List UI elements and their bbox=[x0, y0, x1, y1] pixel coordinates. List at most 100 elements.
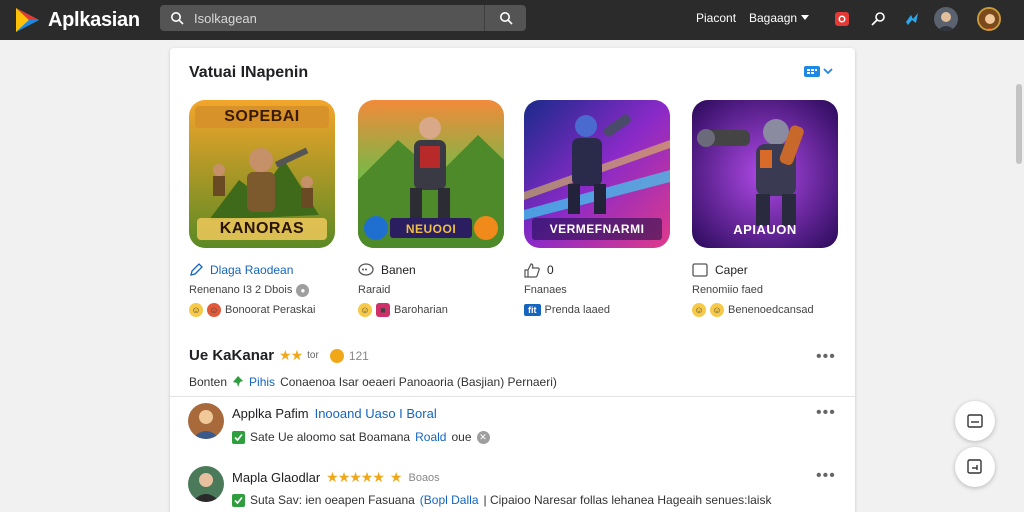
score-icon bbox=[329, 348, 344, 363]
tweet-icon[interactable] bbox=[902, 9, 922, 29]
app-detail: Raraid bbox=[358, 284, 391, 296]
chat-icon bbox=[358, 263, 374, 276]
review-date: Boaos bbox=[408, 471, 440, 484]
reviewer-name[interactable]: Mapla Glaodlar bbox=[232, 470, 320, 485]
rating-summary: Bonten Pihis Conaenoa Isar oeaeri Panoao… bbox=[189, 375, 557, 389]
rating-summary-link[interactable]: Pihis bbox=[249, 375, 275, 389]
review-item: Applka Pafim Inooand Uaso I Boral Sate U… bbox=[188, 403, 828, 444]
emoji-icon: ☺ bbox=[710, 303, 724, 317]
scrollbar-thumb[interactable] bbox=[1016, 84, 1022, 164]
app-name[interactable]: Caper bbox=[715, 263, 748, 277]
review-tail: oue bbox=[451, 430, 472, 444]
chevron-down-icon bbox=[823, 68, 833, 75]
reviewer-avatar[interactable] bbox=[188, 403, 224, 439]
app-tile-1[interactable]: SOPEBAI KANORAS bbox=[189, 100, 335, 248]
notification-icon[interactable] bbox=[832, 9, 852, 29]
app-tile-4[interactable]: APIAUON bbox=[692, 100, 838, 248]
tile-caption: KANORAS bbox=[197, 218, 327, 240]
app-tile-3[interactable]: VERMEFNARMI bbox=[524, 100, 670, 248]
more-options-icon[interactable]: ••• bbox=[816, 467, 836, 485]
app-logo-icon bbox=[16, 8, 39, 32]
tile-caption: APIAUON bbox=[733, 221, 797, 237]
app-tags: Benenoedcansad bbox=[728, 304, 814, 316]
app-logo[interactable]: Aplkasian bbox=[12, 5, 140, 35]
emoji-icon: ☺ bbox=[189, 303, 203, 317]
app-name[interactable]: Banen bbox=[381, 263, 416, 277]
nav-link[interactable]: Piacont bbox=[696, 11, 736, 25]
reviewer-avatar[interactable] bbox=[188, 466, 224, 502]
rating-summary-prefix: Bonten bbox=[189, 375, 228, 389]
star-rating: ★★ bbox=[279, 347, 303, 363]
fit-badge: fit bbox=[524, 304, 541, 316]
check-icon bbox=[232, 493, 245, 507]
search-bar[interactable]: Isolkagean bbox=[160, 5, 526, 31]
app-detail: Renomiio faed bbox=[692, 284, 763, 296]
app-title: Aplkasian bbox=[48, 8, 140, 31]
star-icon: ★ bbox=[389, 469, 403, 485]
badge-icon: ■ bbox=[376, 303, 390, 317]
review-text: Suta Sav: ien oeapen Fasuana bbox=[250, 493, 415, 507]
reviewer-tag[interactable]: Inooand Uaso I Boral bbox=[315, 406, 437, 421]
account-avatar[interactable] bbox=[977, 7, 1001, 31]
info-icon[interactable]: ● bbox=[296, 283, 310, 297]
check-icon bbox=[232, 430, 245, 444]
window-minimize-icon bbox=[967, 414, 983, 428]
app-meta-2: Banen Raraid ☺ ■ Baroharian bbox=[358, 261, 508, 318]
review-text: Sate Ue aloomo sat Boamana bbox=[250, 430, 411, 444]
view-toggle[interactable] bbox=[804, 66, 833, 77]
app-tile-2[interactable]: NEUOOI bbox=[358, 100, 504, 248]
review-link[interactable]: Roald bbox=[415, 430, 446, 444]
rating-summary-text: Conaenoa Isar oeaeri Panoaoria (Basjian)… bbox=[280, 375, 557, 389]
tile-caption: NEUOOI bbox=[405, 222, 457, 236]
search-icon bbox=[499, 12, 513, 25]
divider bbox=[170, 396, 855, 397]
review-item: Mapla Glaodlar ★★★★★ ★ Boaos Suta Sav: i… bbox=[188, 466, 828, 507]
section-title: Vatuai INapenin bbox=[189, 64, 309, 81]
more-options-icon[interactable]: ••• bbox=[816, 348, 836, 366]
pin-icon bbox=[233, 376, 244, 387]
edit-icon bbox=[190, 263, 203, 276]
app-name-link[interactable]: Dlaga Raodean bbox=[210, 263, 293, 277]
app-tags: Baroharian bbox=[394, 304, 448, 316]
review-stars: ★★★★★ bbox=[326, 469, 385, 485]
search-icon bbox=[160, 5, 194, 31]
review-tail: | Cipaioo Naresar follas lehanea Hageaih… bbox=[483, 493, 772, 507]
tile-heading: SOPEBAI bbox=[224, 108, 300, 125]
app-tags: Prenda laaed bbox=[544, 304, 610, 316]
window-icon bbox=[692, 263, 708, 277]
language-label: Bagaagn bbox=[749, 11, 798, 25]
app-meta-1: Dlaga Raodean Renenano I3 2 Dbois ● ☺ ☺ … bbox=[189, 261, 339, 318]
compose-button[interactable] bbox=[955, 447, 995, 487]
grid-view-icon bbox=[804, 66, 820, 77]
main-card: Vatuai INapenin SOPEBAI KANORAS NEUOOI V… bbox=[170, 48, 855, 512]
rating-score: 121 bbox=[348, 348, 369, 363]
close-icon[interactable]: ✕ bbox=[476, 430, 490, 444]
app-detail: Renenano I3 2 Dbois bbox=[189, 284, 293, 296]
emoji-icon: ☺ bbox=[358, 303, 372, 317]
star-label: tor bbox=[307, 350, 319, 361]
top-bar: Aplkasian Isolkagean Piacont Bagaagn bbox=[0, 0, 1024, 40]
app-meta-3: 0 Fnanaes fit Prenda laaed bbox=[524, 261, 674, 318]
reviewer-name[interactable]: Applka Pafim bbox=[232, 406, 309, 421]
scrollbar[interactable] bbox=[1014, 40, 1024, 512]
more-options-icon[interactable]: ••• bbox=[816, 404, 836, 422]
search-input[interactable]: Isolkagean bbox=[194, 11, 484, 26]
rocket-icon[interactable] bbox=[868, 9, 888, 29]
emoji-icon: ☺ bbox=[207, 303, 221, 317]
emoji-icon: ☺ bbox=[692, 303, 706, 317]
review-link[interactable]: (Bopl Dalla bbox=[420, 493, 479, 507]
tile-caption: VERMEFNARMI bbox=[532, 218, 662, 240]
chevron-down-icon bbox=[801, 15, 810, 20]
rating-title: Ue KaKanar bbox=[189, 347, 275, 364]
search-submit-button[interactable] bbox=[484, 5, 526, 31]
like-count[interactable]: 0 bbox=[547, 263, 554, 277]
app-detail: Fnanaes bbox=[524, 284, 567, 296]
thumbs-up-icon bbox=[524, 262, 540, 278]
minimize-button[interactable] bbox=[955, 401, 995, 441]
app-tags: Bonoorat Peraskai bbox=[225, 304, 316, 316]
user-avatar[interactable] bbox=[934, 7, 958, 31]
rating-header: Ue KaKanar ★★ tor 121 bbox=[189, 347, 369, 364]
language-select[interactable]: Bagaagn bbox=[749, 11, 810, 25]
app-meta-4: Caper Renomiio faed ☺ ☺ Benenoedcansad bbox=[692, 261, 842, 318]
compose-icon bbox=[967, 459, 982, 474]
